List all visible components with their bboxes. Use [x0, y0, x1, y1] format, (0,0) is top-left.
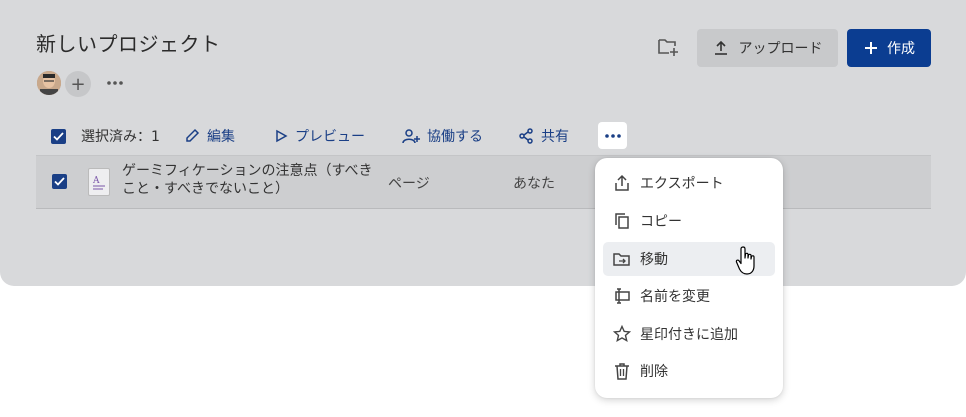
divider: [36, 208, 931, 209]
preview-label: プレビュー: [295, 129, 365, 145]
star-icon: [613, 325, 631, 343]
rename-icon: [613, 287, 631, 305]
share-button[interactable]: 共有: [518, 118, 569, 154]
upload-icon: [714, 40, 727, 55]
table-row[interactable]: A ゲーミフィケーションの注意点（すべきこと・すべきでないこと） ページ あなた: [36, 156, 931, 208]
collaborate-button[interactable]: 協働する: [402, 118, 483, 154]
pencil-icon: [186, 128, 200, 142]
copy-label: コピー: [640, 214, 682, 230]
checkbox-icon: [51, 128, 66, 144]
trash-icon: [613, 362, 631, 380]
menu-item-copy[interactable]: コピー: [603, 204, 775, 238]
avatar[interactable]: [37, 71, 61, 95]
plus-icon: +: [70, 73, 86, 95]
person-add-icon: [402, 129, 420, 144]
more-horizontal-icon: [107, 81, 123, 85]
file-type: ページ: [388, 176, 430, 192]
menu-item-rename[interactable]: 名前を変更: [603, 279, 775, 313]
create-label: 作成: [887, 41, 915, 57]
check-icon: [54, 177, 65, 186]
selected-count[interactable]: 選択済み：1: [51, 118, 160, 154]
project-panel: 新しいプロジェクト + アップロード 作成 選択済み：1 編集 プレビュー 協働…: [0, 0, 966, 286]
menu-item-star[interactable]: 星印付きに追加: [603, 317, 775, 351]
plus-icon: [865, 42, 877, 54]
file-owner: あなた: [513, 176, 555, 192]
export-icon: [613, 174, 631, 192]
selection-toolbar: 選択済み：1 編集 プレビュー 協働する 共有: [0, 118, 966, 154]
share-icon: [519, 128, 533, 144]
move-label: 移動: [640, 252, 668, 268]
edit-label: 編集: [207, 129, 235, 145]
hand-pointer-cursor: [735, 245, 761, 277]
delete-label: 削除: [640, 364, 668, 380]
more-actions-button[interactable]: [598, 122, 627, 149]
menu-item-delete[interactable]: 削除: [603, 354, 775, 388]
rename-label: 名前を変更: [640, 289, 710, 305]
page-title: 新しいプロジェクト: [36, 32, 221, 56]
new-folder-button[interactable]: [656, 36, 682, 60]
file-name[interactable]: ゲーミフィケーションの注意点（すべきこと・すべきでないこと）: [122, 162, 378, 198]
preview-button[interactable]: プレビュー: [274, 118, 365, 154]
upload-button[interactable]: アップロード: [697, 29, 838, 67]
row-checkbox[interactable]: [52, 174, 67, 189]
more-horizontal-icon: [604, 133, 621, 138]
edit-button[interactable]: 編集: [184, 118, 235, 154]
share-label: 共有: [541, 129, 569, 145]
members-more-button[interactable]: [104, 72, 126, 94]
svg-text:A: A: [92, 176, 100, 186]
move-folder-icon: [613, 250, 631, 268]
star-label: 星印付きに追加: [640, 327, 738, 343]
upload-label: アップロード: [738, 41, 823, 57]
context-menu: エクスポート コピー 移動 名前を変更 星印付きに追加 削除: [595, 158, 783, 398]
folder-add-icon: [658, 39, 678, 56]
play-icon: [276, 129, 288, 143]
export-label: エクスポート: [640, 176, 724, 192]
page-document-icon: A: [88, 168, 110, 196]
create-button[interactable]: 作成: [847, 29, 931, 67]
copy-icon: [613, 212, 631, 230]
collaborate-label: 協働する: [427, 129, 483, 145]
add-member-button[interactable]: +: [65, 71, 91, 97]
menu-item-export[interactable]: エクスポート: [603, 166, 775, 200]
selected-label: 選択済み：1: [81, 129, 160, 145]
